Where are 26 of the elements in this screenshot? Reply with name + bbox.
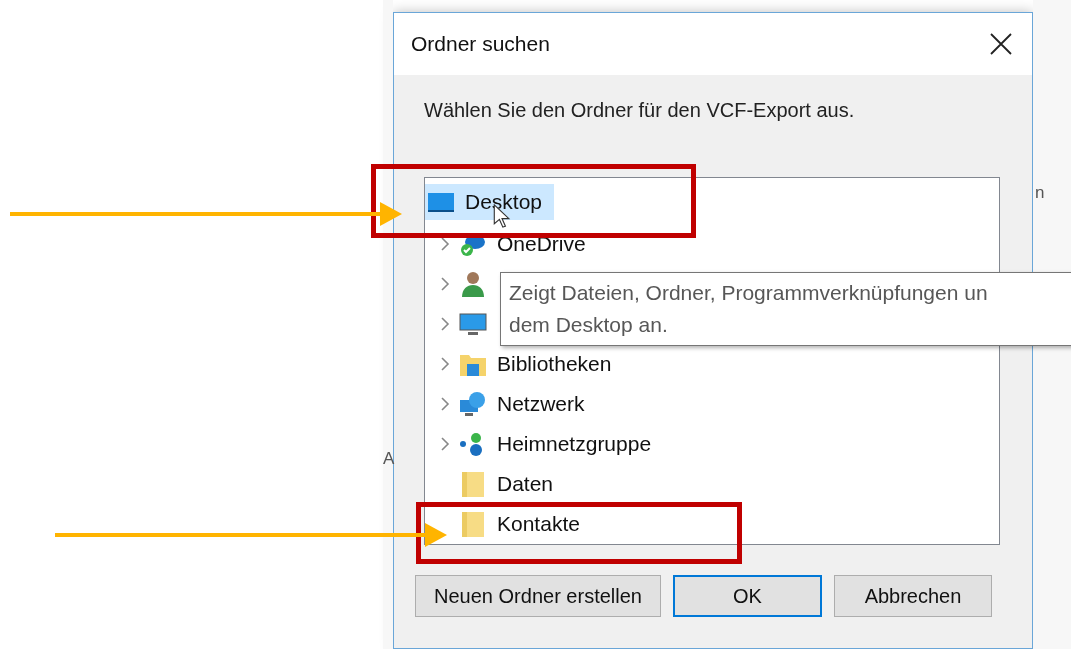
chevron-icon[interactable]	[440, 316, 450, 332]
tree-item[interactable]: Kontakte	[457, 506, 592, 542]
tooltip-text: Zeigt Dateien, Ordner, Programmverknüpfungen un	[509, 280, 989, 306]
chevron-icon[interactable]	[440, 276, 450, 292]
network-icon	[459, 390, 487, 418]
dialog-message: Wählen Sie den Ordner für den VCF-Export aus.	[424, 99, 856, 123]
tooltip-text: dem Desktop an.	[509, 312, 669, 338]
chevron-icon[interactable]	[440, 356, 450, 372]
chevron-icon[interactable]	[440, 396, 450, 412]
background-text: n	[1035, 184, 1045, 201]
tree-item[interactable]: Heimnetzgruppe	[457, 426, 664, 462]
tree-item[interactable]: OneDrive	[457, 226, 598, 262]
user-icon	[459, 270, 487, 298]
tree-item[interactable]: Netzwerk	[457, 386, 597, 422]
tree-item[interactable]: Bibliotheken	[457, 346, 624, 382]
chevron-icon[interactable]	[440, 236, 450, 252]
monitor-icon	[459, 310, 487, 338]
tree-item[interactable]: Daten	[457, 466, 566, 502]
dialog-title: Ordner suchen	[411, 32, 550, 56]
dialog-button[interactable]: Abbrechen	[834, 575, 992, 617]
folder-icon	[459, 470, 487, 498]
tree-item[interactable]: Desktop	[425, 184, 555, 220]
dialog-button[interactable]: OK	[673, 575, 822, 617]
folder-icon	[459, 510, 487, 538]
dialog-button[interactable]: Neuen Ordner erstellen	[415, 575, 661, 617]
chevron-icon[interactable]	[440, 436, 450, 452]
